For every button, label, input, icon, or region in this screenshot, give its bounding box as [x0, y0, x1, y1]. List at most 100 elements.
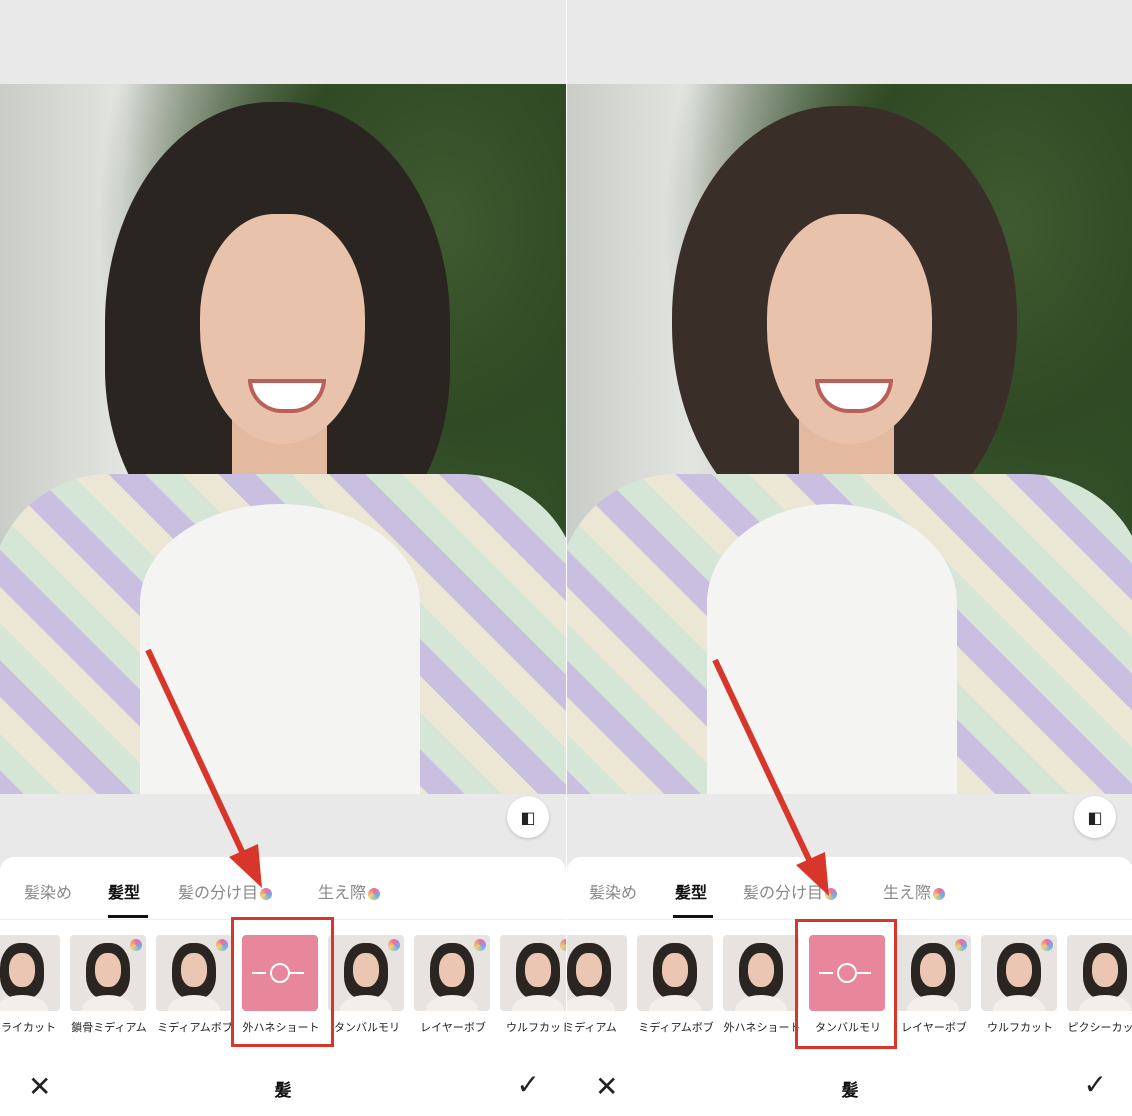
style-thumbnail [1067, 935, 1132, 1011]
style-item[interactable]: 鎖骨ミディアム [70, 935, 148, 1035]
style-thumbnail [723, 935, 799, 1011]
highlight-box [795, 919, 897, 1049]
thumbnail-face [353, 953, 379, 987]
style-label: ウルフカット [506, 1021, 566, 1034]
compare-button[interactable]: ◧ [507, 796, 549, 838]
style-label: ミディアム [566, 1021, 617, 1034]
style-label: ミディアムボブ [638, 1021, 714, 1034]
style-thumbnail [328, 935, 404, 1011]
gem-icon [130, 939, 142, 951]
style-label: タンバルモリ [334, 1021, 400, 1034]
check-icon[interactable]: ✓ [1084, 1068, 1107, 1101]
style-item[interactable]: ミディアムボブ [637, 935, 715, 1035]
style-thumbnail [414, 935, 490, 1011]
portrait-photo [567, 84, 1132, 794]
thumbnail-face [439, 953, 465, 987]
compare-icon: ◧ [520, 807, 536, 827]
tab-parting[interactable]: 髪の分け目 [178, 879, 273, 903]
style-label: フライカット [0, 1021, 56, 1034]
style-item[interactable]: ミディアム [566, 935, 629, 1035]
thumbnail-body [567, 995, 615, 1011]
compare-button[interactable]: ◧ [1074, 796, 1116, 838]
style-thumbnail [500, 935, 566, 1011]
style-item[interactable]: 外ハネショート [723, 935, 801, 1035]
style-label: ウルフカット [987, 1021, 1053, 1034]
gem-icon [260, 887, 273, 900]
thumbnail-body [340, 995, 392, 1011]
tab-bar: 髪染め 髪型 髪の分け目 生え際 [0, 857, 566, 920]
style-label: レイヤーボブ [420, 1021, 486, 1034]
shirt-shape [707, 504, 957, 794]
tab-parting[interactable]: 髪の分け目 [743, 879, 838, 903]
tab-bar: 髪染め 髪型 髪の分け目 生え際 [567, 857, 1132, 920]
thumbnail-face [920, 953, 946, 987]
tab-label: 髪型 [675, 883, 708, 902]
gem-icon [825, 887, 838, 900]
style-item[interactable]: ウルフカット [500, 935, 566, 1035]
style-item[interactable]: ピクシーカット [1067, 935, 1132, 1035]
thumbnail-body [649, 995, 701, 1011]
style-thumbnail [981, 935, 1057, 1011]
thumbnail-body [1079, 995, 1131, 1011]
thumbnail-face [1092, 953, 1118, 987]
style-item[interactable]: タンバルモリ [328, 935, 406, 1035]
thumbnail-body [0, 995, 48, 1011]
style-thumbnail [156, 935, 232, 1011]
active-tab-indicator [108, 915, 148, 918]
style-item[interactable]: レイヤーボブ [414, 935, 492, 1035]
tab-label: 髪染め [24, 883, 73, 902]
tab-hairstyle[interactable]: 髪型 [108, 879, 140, 903]
active-tab-indicator [673, 915, 713, 918]
portrait-photo [0, 84, 566, 794]
tab-hairstyle[interactable]: 髪型 [675, 879, 707, 903]
style-thumbnail [0, 935, 60, 1011]
thumbnail-body [735, 995, 787, 1011]
gem-icon [368, 887, 381, 900]
style-thumbnail [895, 935, 971, 1011]
editor-panel-before: ◧ 髪染め 髪型 髪の分け目 生え際 フライカット 鎖骨ミディアム ミディアムボ… [0, 0, 566, 1116]
tab-hair-color[interactable]: 髪染め [589, 879, 637, 903]
style-item[interactable]: ミディアムボブ [156, 935, 234, 1035]
bottom-action-bar: ✕ 髪 ✓ [567, 1062, 1132, 1116]
thumbnail-face [748, 953, 774, 987]
tab-label: 髪の分け目 [178, 883, 259, 902]
highlight-box [231, 917, 334, 1047]
tab-label: 髪染め [589, 883, 638, 902]
editor-panel-after: ◧ 髪染め 髪型 髪の分け目 生え際 ミディアム ミディアムボブ 外ハネショート… [566, 0, 1132, 1116]
style-label: 鎖骨ミディアム [71, 1021, 147, 1034]
style-item[interactable]: レイヤーボブ [895, 935, 973, 1035]
tab-label: 生え際 [318, 883, 367, 902]
tab-label: 髪の分け目 [743, 883, 824, 902]
thumbnail-body [168, 995, 220, 1011]
thumbnail-face [9, 953, 35, 987]
tab-hairline[interactable]: 生え際 [883, 879, 946, 903]
thumbnail-face [1006, 953, 1032, 987]
thumbnail-body [512, 995, 564, 1011]
check-icon[interactable]: ✓ [517, 1068, 540, 1101]
shirt-shape [140, 504, 420, 794]
panel-title: 髪 [841, 1081, 859, 1101]
gem-icon [955, 939, 967, 951]
compare-icon: ◧ [1087, 807, 1103, 827]
thumbnail-body [907, 995, 959, 1011]
gem-icon [388, 939, 400, 951]
thumbnail-face [95, 953, 121, 987]
thumbnail-body [993, 995, 1045, 1011]
style-item[interactable]: フライカット [0, 935, 62, 1035]
thumbnail-body [426, 995, 478, 1011]
tab-hair-color[interactable]: 髪染め [24, 879, 72, 903]
gem-icon [216, 939, 228, 951]
bottom-action-bar: ✕ 髪 ✓ [0, 1062, 566, 1116]
tab-label: 生え際 [883, 883, 932, 902]
gem-icon [474, 939, 486, 951]
style-label: レイヤーボブ [901, 1021, 967, 1034]
style-item[interactable]: ウルフカット [981, 935, 1059, 1035]
thumbnail-face [181, 953, 207, 987]
gem-icon [1041, 939, 1053, 951]
tab-label: 髪型 [108, 883, 141, 902]
tab-hairline[interactable]: 生え際 [318, 879, 381, 903]
style-label: ピクシーカット [1067, 1021, 1132, 1034]
gem-icon [933, 887, 946, 900]
thumbnail-face [576, 953, 602, 987]
panel-title: 髪 [274, 1081, 292, 1101]
